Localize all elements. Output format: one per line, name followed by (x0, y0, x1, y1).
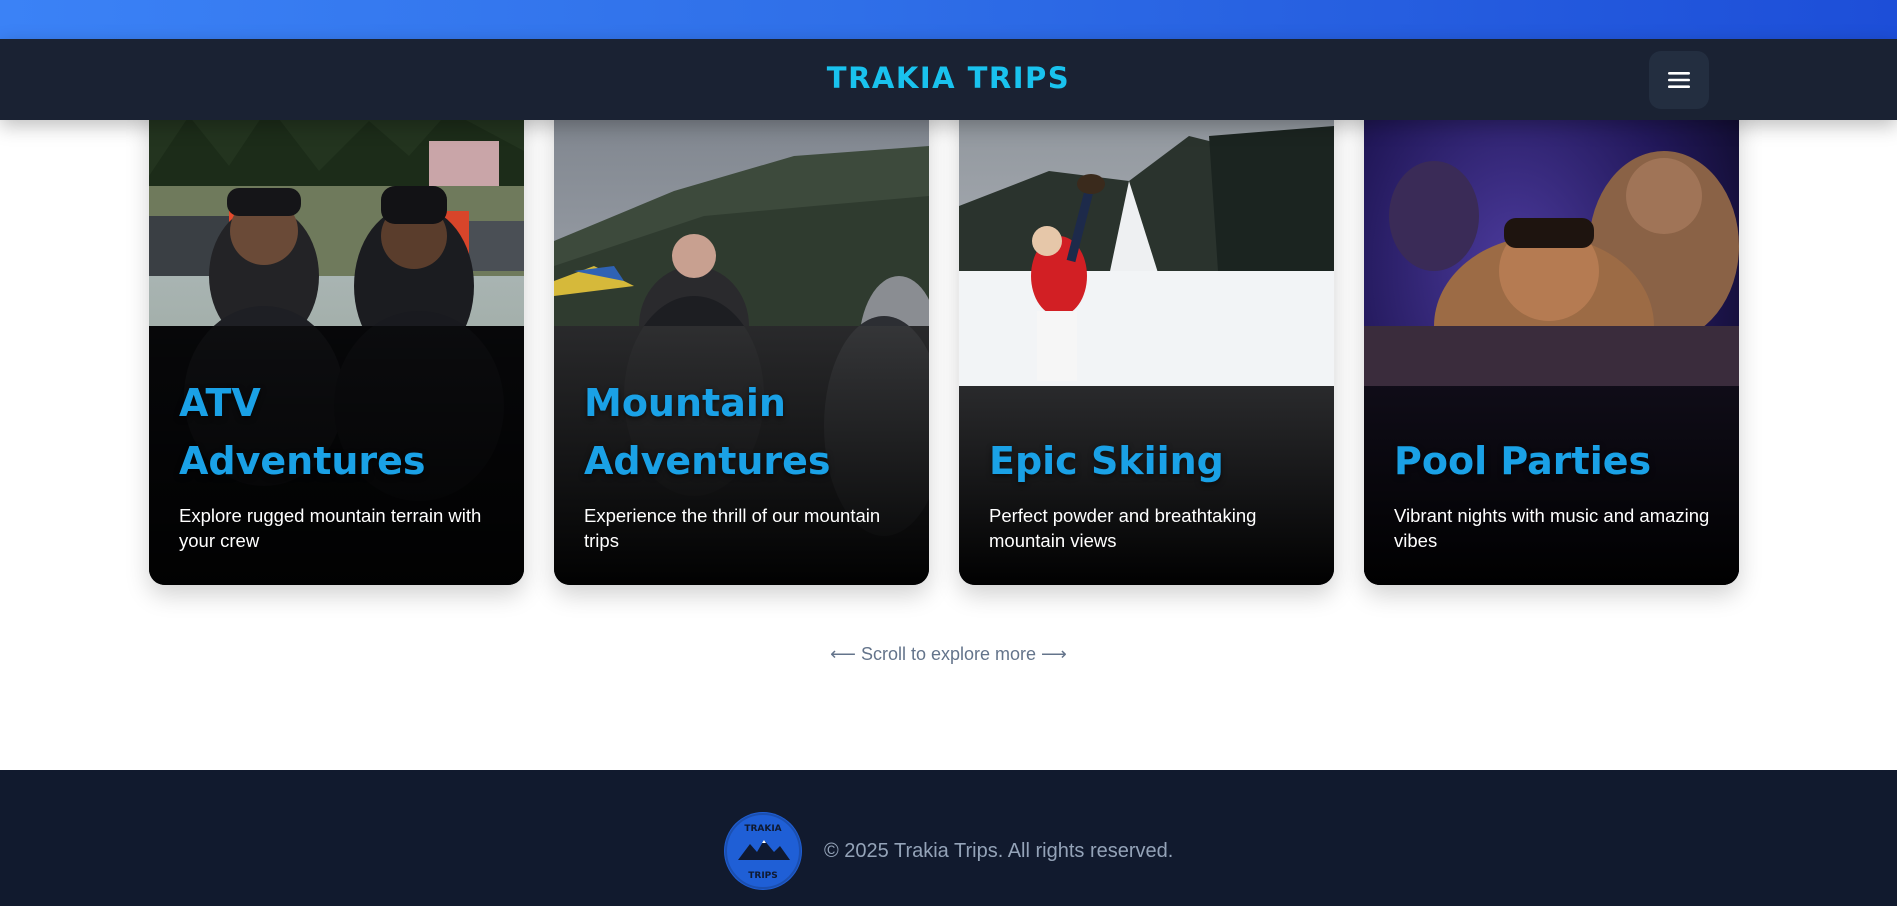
footer: TRAKIA TRIPS © 2025 Trakia Trips. All ri… (0, 770, 1897, 906)
card-text: Epic Skiing Perfect powder and breathtak… (989, 432, 1306, 553)
card-text: Mountain Adventures Experience the thril… (584, 374, 901, 553)
footer-logo: TRAKIA TRIPS (724, 812, 802, 890)
card-description: Vibrant nights with music and amazing vi… (1394, 505, 1710, 551)
menu-button[interactable] (1649, 51, 1709, 109)
card-title: Epic Skiing (989, 439, 1224, 483)
card-epic-skiing[interactable]: Epic Skiing Perfect powder and breathtak… (959, 96, 1334, 585)
experience-cards: ATV Adventures Explore rugged mountain t… (0, 96, 1897, 586)
copyright-text: © 2025 Trakia Trips. All rights reserved… (824, 839, 1174, 862)
mountain-logo-icon: TRAKIA TRIPS (725, 813, 801, 889)
brand-logo-text[interactable]: TRAKIA TRIPS (0, 61, 1897, 95)
card-title: Mountain Adventures (584, 381, 831, 483)
hamburger-menu-icon (1668, 72, 1690, 88)
card-description: Experience the thrill of our mountain tr… (584, 505, 881, 551)
scroll-hint: ⟵ Scroll to explore more ⟶ (830, 644, 1067, 664)
footer-content: TRAKIA TRIPS © 2025 Trakia Trips. All ri… (724, 812, 1173, 890)
card-text: ATV Adventures Explore rugged mountain t… (179, 374, 496, 553)
card-atv-adventures[interactable]: ATV Adventures Explore rugged mountain t… (149, 96, 524, 585)
top-gradient-band (0, 0, 1897, 40)
card-mountain-adventures[interactable]: Mountain Adventures Experience the thril… (554, 96, 929, 585)
svg-text:TRAKIA: TRAKIA (744, 824, 781, 834)
card-pool-parties[interactable]: Pool Parties Vibrant nights with music a… (1364, 96, 1739, 585)
card-title: ATV Adventures (179, 381, 426, 483)
card-description: Perfect powder and breathtaking mountain… (989, 505, 1257, 551)
card-description: Explore rugged mountain terrain with you… (179, 505, 482, 551)
card-text: Pool Parties Vibrant nights with music a… (1394, 432, 1711, 553)
navbar: TRAKIA TRIPS (0, 39, 1897, 120)
card-title: Pool Parties (1394, 439, 1652, 483)
svg-text:TRIPS: TRIPS (748, 871, 778, 881)
